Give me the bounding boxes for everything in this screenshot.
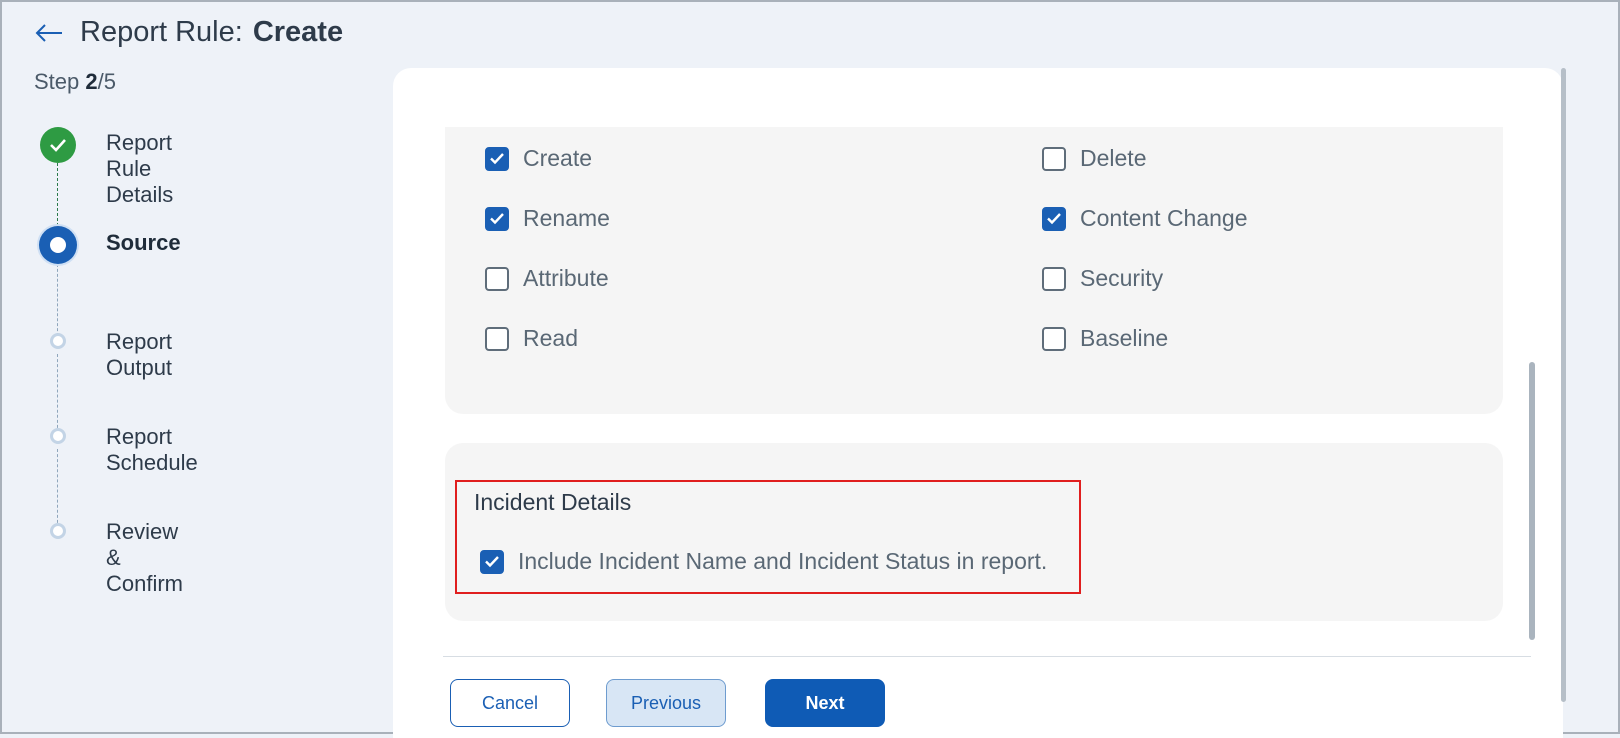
event-option-read[interactable]: Read — [485, 325, 578, 352]
step-report-output[interactable]: Report Output — [106, 329, 172, 381]
step-total: /5 — [97, 69, 116, 94]
step-pending-indicator-icon — [50, 428, 66, 444]
checkbox-label: Include Incident Name and Incident Statu… — [518, 548, 1048, 574]
event-option-delete[interactable]: Delete — [1042, 145, 1146, 172]
step-pending-indicator-icon — [50, 523, 66, 539]
checkmark-icon — [485, 556, 499, 568]
step-pending-indicator-icon — [50, 333, 66, 349]
event-option-security[interactable]: Security — [1042, 265, 1163, 292]
page-header: Report Rule: Create — [34, 16, 343, 49]
checkbox-delete[interactable] — [1042, 146, 1066, 171]
stepper-connector — [57, 163, 58, 226]
checkbox-security[interactable] — [1042, 266, 1066, 291]
checkmark-icon — [1047, 213, 1061, 225]
incident-details-title: Incident Details — [474, 489, 632, 515]
step-report-schedule[interactable]: Report Schedule — [106, 424, 198, 476]
checkbox-include-incident[interactable] — [480, 549, 504, 574]
step-active-indicator-icon — [39, 226, 77, 264]
event-option-attribute[interactable]: Attribute — [485, 265, 609, 292]
cancel-button[interactable]: Cancel — [450, 679, 570, 727]
page-title-prefix: Report Rule: — [80, 16, 243, 48]
incident-option[interactable]: Include Incident Name and Incident Statu… — [480, 548, 1047, 575]
checkmark-icon — [490, 153, 504, 165]
checkbox-attribute[interactable] — [485, 266, 509, 291]
stepper-connector — [57, 264, 58, 336]
stepper-connector — [57, 354, 58, 433]
previous-button[interactable]: Previous — [606, 679, 726, 727]
page-scrollbar[interactable] — [1561, 68, 1566, 702]
event-option-baseline[interactable]: Baseline — [1042, 325, 1168, 352]
checkbox-label: Delete — [1080, 145, 1147, 171]
checkbox-read[interactable] — [485, 326, 509, 351]
content-scrollbar[interactable] — [1529, 362, 1535, 640]
stepper-connector — [57, 449, 58, 528]
checkbox-content-change[interactable] — [1042, 206, 1066, 231]
event-option-create[interactable]: Create — [485, 145, 592, 172]
checkbox-label: Attribute — [523, 265, 609, 291]
checkbox-label: Create — [523, 145, 593, 171]
checkbox-label: Rename — [523, 205, 610, 231]
checkbox-label: Baseline — [1080, 325, 1169, 351]
back-arrow-icon[interactable] — [34, 19, 66, 47]
checkbox-baseline[interactable] — [1042, 326, 1066, 351]
checkbox-create[interactable] — [485, 146, 509, 171]
step-source[interactable]: Source — [106, 230, 181, 256]
checkbox-label: Security — [1080, 265, 1164, 291]
step-report-rule-details[interactable]: Report Rule Details — [106, 130, 173, 208]
step-review-confirm[interactable]: Review & Confirm — [106, 519, 183, 597]
page-title: Report Rule: Create — [80, 16, 343, 49]
footer-divider — [443, 656, 1531, 657]
step-current: 2 — [85, 69, 98, 94]
checkbox-label: Content Change — [1080, 205, 1248, 231]
event-option-content-change[interactable]: Content Change — [1042, 205, 1248, 232]
step-complete-check-icon — [40, 127, 76, 163]
checkmark-icon — [490, 213, 504, 225]
next-button[interactable]: Next — [765, 679, 885, 727]
step-prefix: Step — [34, 69, 86, 94]
checkbox-label: Read — [523, 325, 578, 351]
page-title-action: Create — [252, 16, 344, 48]
step-indicator: Step 2/5 — [34, 69, 116, 95]
checkbox-rename[interactable] — [485, 206, 509, 231]
event-option-rename[interactable]: Rename — [485, 205, 610, 232]
